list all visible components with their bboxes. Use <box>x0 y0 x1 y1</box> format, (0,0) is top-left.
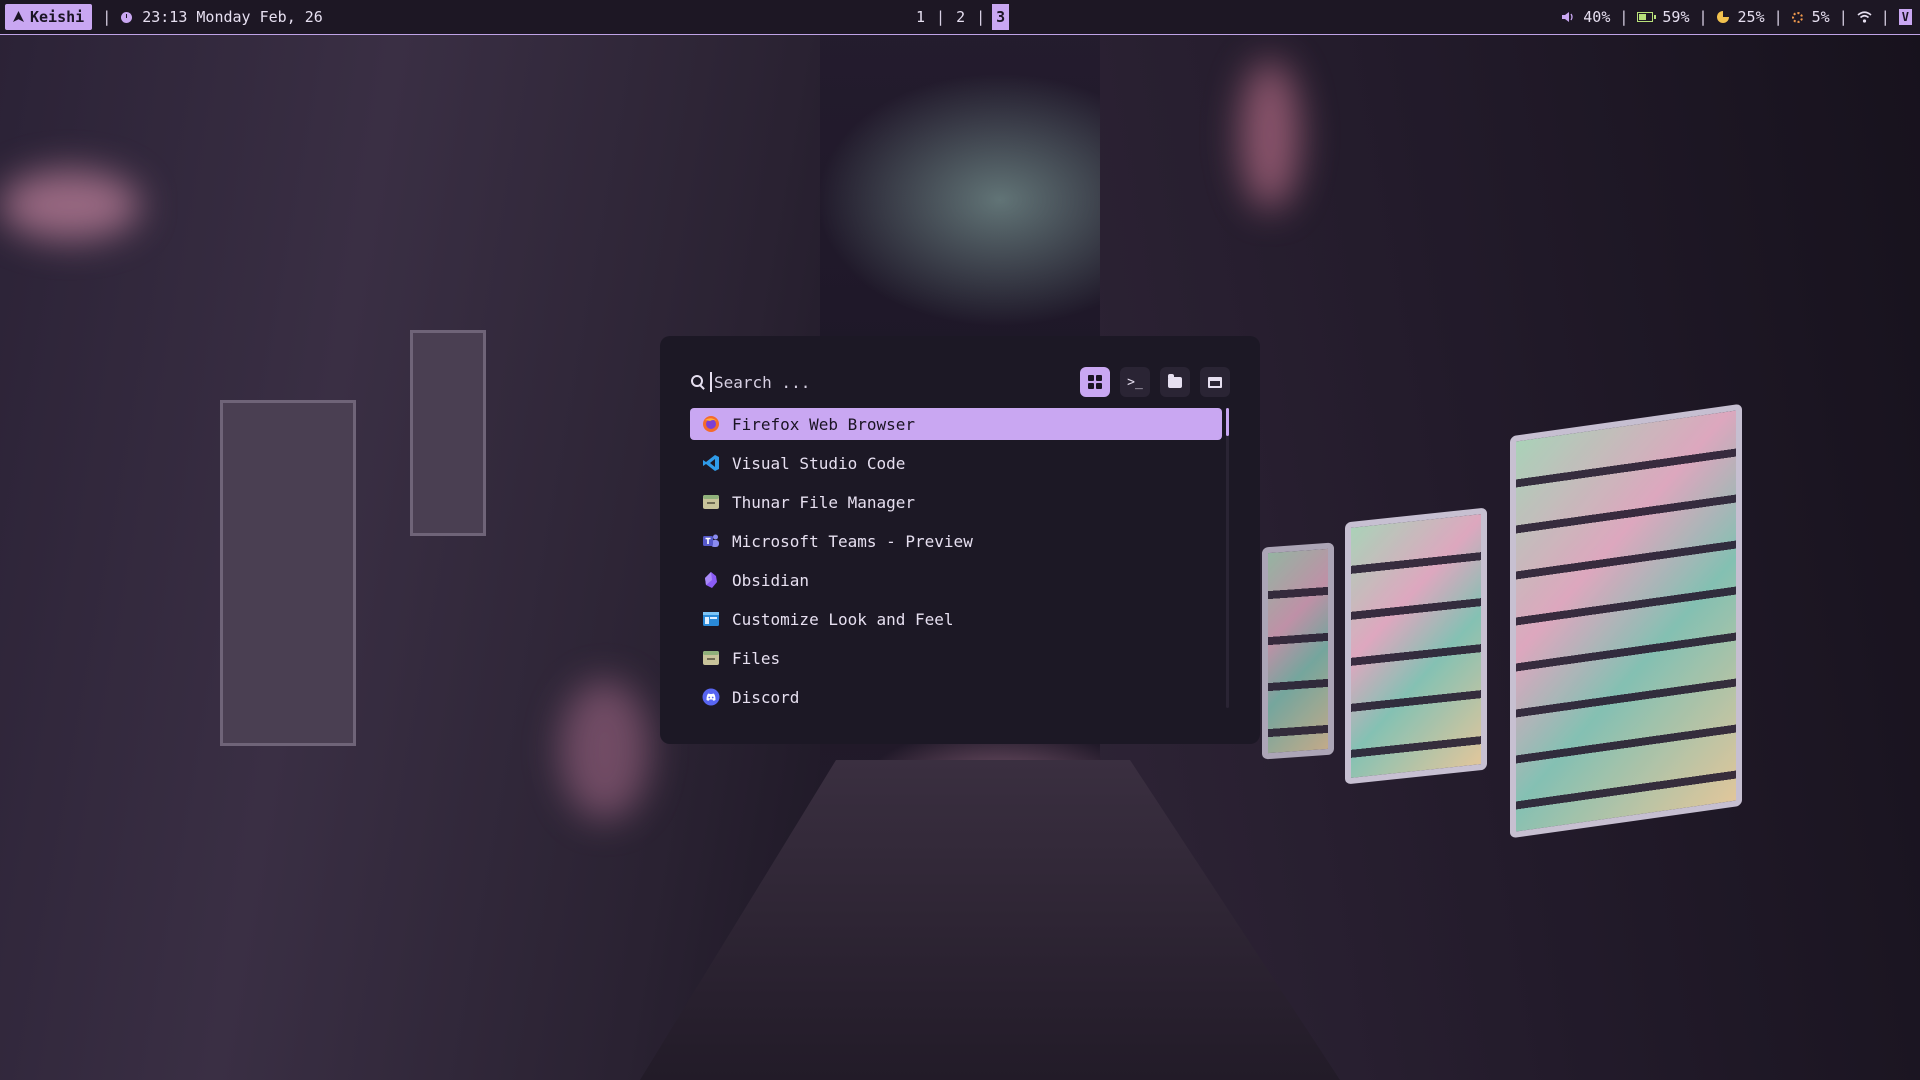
wallpaper-ac-unit <box>220 400 356 746</box>
app-launcher: >_ Firefox Web Browser Visual Studio Cod… <box>660 336 1260 744</box>
end-badge[interactable]: V <box>1898 9 1912 25</box>
wallpaper-light <box>0 170 140 240</box>
files-mode-button[interactable] <box>1160 367 1190 397</box>
workspace-1[interactable]: 1 <box>912 4 929 30</box>
app-label: Obsidian <box>732 570 810 590</box>
datetime: 23:13 Monday Feb, 26 <box>142 8 323 26</box>
top-bar-right: 40% | 59% | 25% | 5% | | V <box>1561 4 1912 30</box>
app-item-vscode[interactable]: Visual Studio Code <box>690 447 1222 479</box>
app-label: Thunar File Manager <box>732 492 916 512</box>
search-icon <box>690 374 706 390</box>
workspace-2[interactable]: 2 <box>952 4 969 30</box>
firefox-icon <box>702 415 720 433</box>
volume-icon[interactable] <box>1561 11 1574 23</box>
vscode-icon <box>702 454 720 472</box>
separator: | <box>1619 8 1629 26</box>
brightness-level: 5% <box>1811 8 1830 26</box>
wallpaper-vending-machine <box>1510 403 1742 839</box>
battery-level: 59% <box>1662 8 1690 26</box>
separator: | <box>1698 8 1708 26</box>
cpu-level: 25% <box>1737 8 1765 26</box>
window-icon <box>1208 376 1222 388</box>
arch-logo-icon <box>13 8 24 26</box>
app-label: Visual Studio Code <box>732 453 906 473</box>
separator: | <box>976 8 986 26</box>
clock-icon <box>121 11 133 23</box>
teams-icon <box>702 532 720 550</box>
app-item-teams[interactable]: Microsoft Teams - Preview <box>690 525 1222 557</box>
app-item-customize-look[interactable]: Customize Look and Feel <box>690 603 1222 635</box>
user-badge[interactable]: Keishi <box>5 4 93 30</box>
workspace-switcher: 1 | 2 | 3 <box>912 4 1010 30</box>
separator: | <box>1773 8 1783 26</box>
app-label: Microsoft Teams - Preview <box>732 531 973 551</box>
app-list-scrollbar[interactable] <box>1226 408 1229 708</box>
file-manager-icon <box>702 493 720 511</box>
top-bar-left: Keishi | 23:13 Monday Feb, 26 <box>5 4 323 30</box>
separator: | <box>1838 8 1848 26</box>
mode-switcher: >_ <box>1080 367 1230 397</box>
wallpaper-ac-unit <box>410 330 486 536</box>
search-input[interactable] <box>710 372 1080 392</box>
separator: | <box>102 8 112 26</box>
app-list: Firefox Web Browser Visual Studio Code T… <box>690 408 1222 720</box>
wallpaper-vending-machine <box>1345 507 1487 785</box>
brightness-icon <box>1791 11 1803 23</box>
grid-icon <box>1088 375 1102 389</box>
app-item-obsidian[interactable]: Obsidian <box>690 564 1222 596</box>
wifi-icon[interactable] <box>1857 11 1872 23</box>
appearance-icon <box>702 610 720 628</box>
app-label: Customize Look and Feel <box>732 609 954 629</box>
apps-mode-button[interactable] <box>1080 367 1110 397</box>
folder-icon <box>1168 373 1182 388</box>
scrollbar-thumb[interactable] <box>1226 408 1229 436</box>
app-label: Discord <box>732 687 800 707</box>
app-item-files[interactable]: Files <box>690 642 1222 674</box>
obsidian-icon <box>702 571 720 589</box>
battery-icon <box>1637 12 1657 22</box>
cpu-icon <box>1716 11 1729 23</box>
user-name: Keishi <box>30 8 85 26</box>
separator: | <box>936 8 946 26</box>
separator: | <box>1880 8 1890 26</box>
app-label: Files <box>732 648 781 668</box>
wallpaper-light <box>1240 60 1300 210</box>
windows-mode-button[interactable] <box>1200 367 1230 397</box>
workspace-3[interactable]: 3 <box>992 4 1010 30</box>
files-icon <box>702 649 720 667</box>
app-item-thunar[interactable]: Thunar File Manager <box>690 486 1222 518</box>
top-bar: Keishi | 23:13 Monday Feb, 26 1 | 2 | 3 … <box>0 0 1920 35</box>
terminal-icon: >_ <box>1127 374 1143 390</box>
search-row: >_ <box>690 366 1230 398</box>
app-label: Firefox Web Browser <box>732 414 916 434</box>
app-item-discord[interactable]: Discord <box>690 681 1222 713</box>
wallpaper-light <box>560 680 650 820</box>
run-mode-button[interactable]: >_ <box>1120 367 1150 397</box>
wallpaper-vending-machine <box>1262 542 1334 760</box>
volume-level: 40% <box>1583 8 1611 26</box>
app-item-firefox[interactable]: Firefox Web Browser <box>690 408 1222 440</box>
discord-icon <box>702 688 720 706</box>
